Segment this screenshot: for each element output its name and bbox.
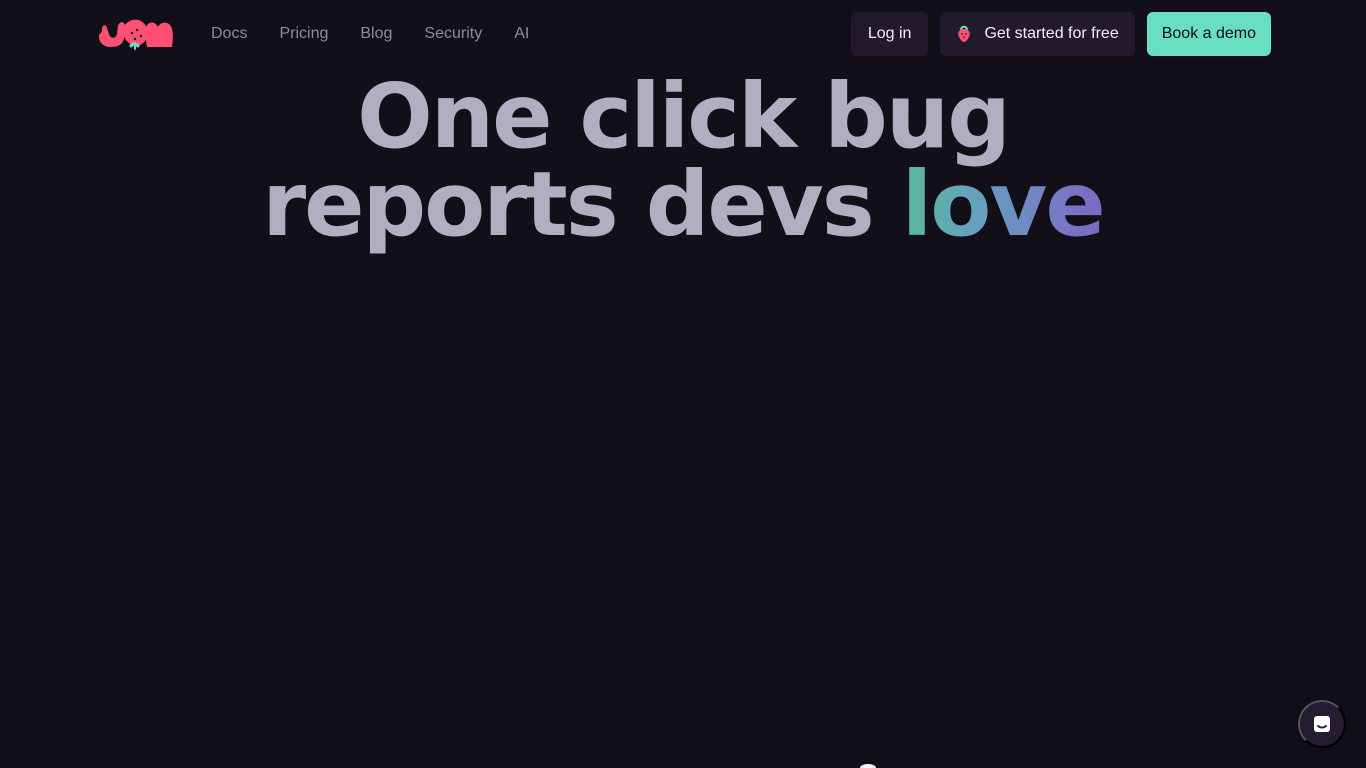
hero-heading-line-2: reports devs love [0,160,1366,249]
log-in-button[interactable]: Log in [850,12,929,56]
book-demo-button-label: Book a demo [1161,25,1256,42]
primary-nav-links: Docs Pricing Blog Security AI [211,22,529,46]
hero-section: One click bug reports devs love [0,64,1366,249]
nav-link-docs[interactable]: Docs [211,22,247,46]
chat-icon [1314,716,1330,732]
nav-link-pricing[interactable]: Pricing [279,22,328,46]
hero-heading-line-1: One click bug [357,64,1011,168]
log-in-button-label: Log in [867,25,912,42]
strawberry-icon [958,25,971,42]
get-started-button[interactable]: Get started for free [940,12,1135,56]
get-started-button-label: Get started for free [984,25,1119,42]
nav-link-ai[interactable]: AI [514,22,529,46]
nav-link-blog[interactable]: Blog [360,22,392,46]
nav-link-security[interactable]: Security [424,22,482,46]
hero-heading-prefix: reports devs [262,152,875,256]
top-navigation: Docs Pricing Blog Security AI Log in Get… [0,0,1366,68]
partial-floating-element [860,764,876,768]
hero-heading-highlight: love [901,152,1106,256]
navigation-actions: Log in Get started for free Book a demo [850,12,1271,56]
chat-launcher-button[interactable] [1298,700,1346,748]
jam-logo[interactable] [96,16,176,50]
book-demo-button[interactable]: Book a demo [1146,12,1271,56]
landing-page: Docs Pricing Blog Security AI Log in Get… [0,0,1366,768]
